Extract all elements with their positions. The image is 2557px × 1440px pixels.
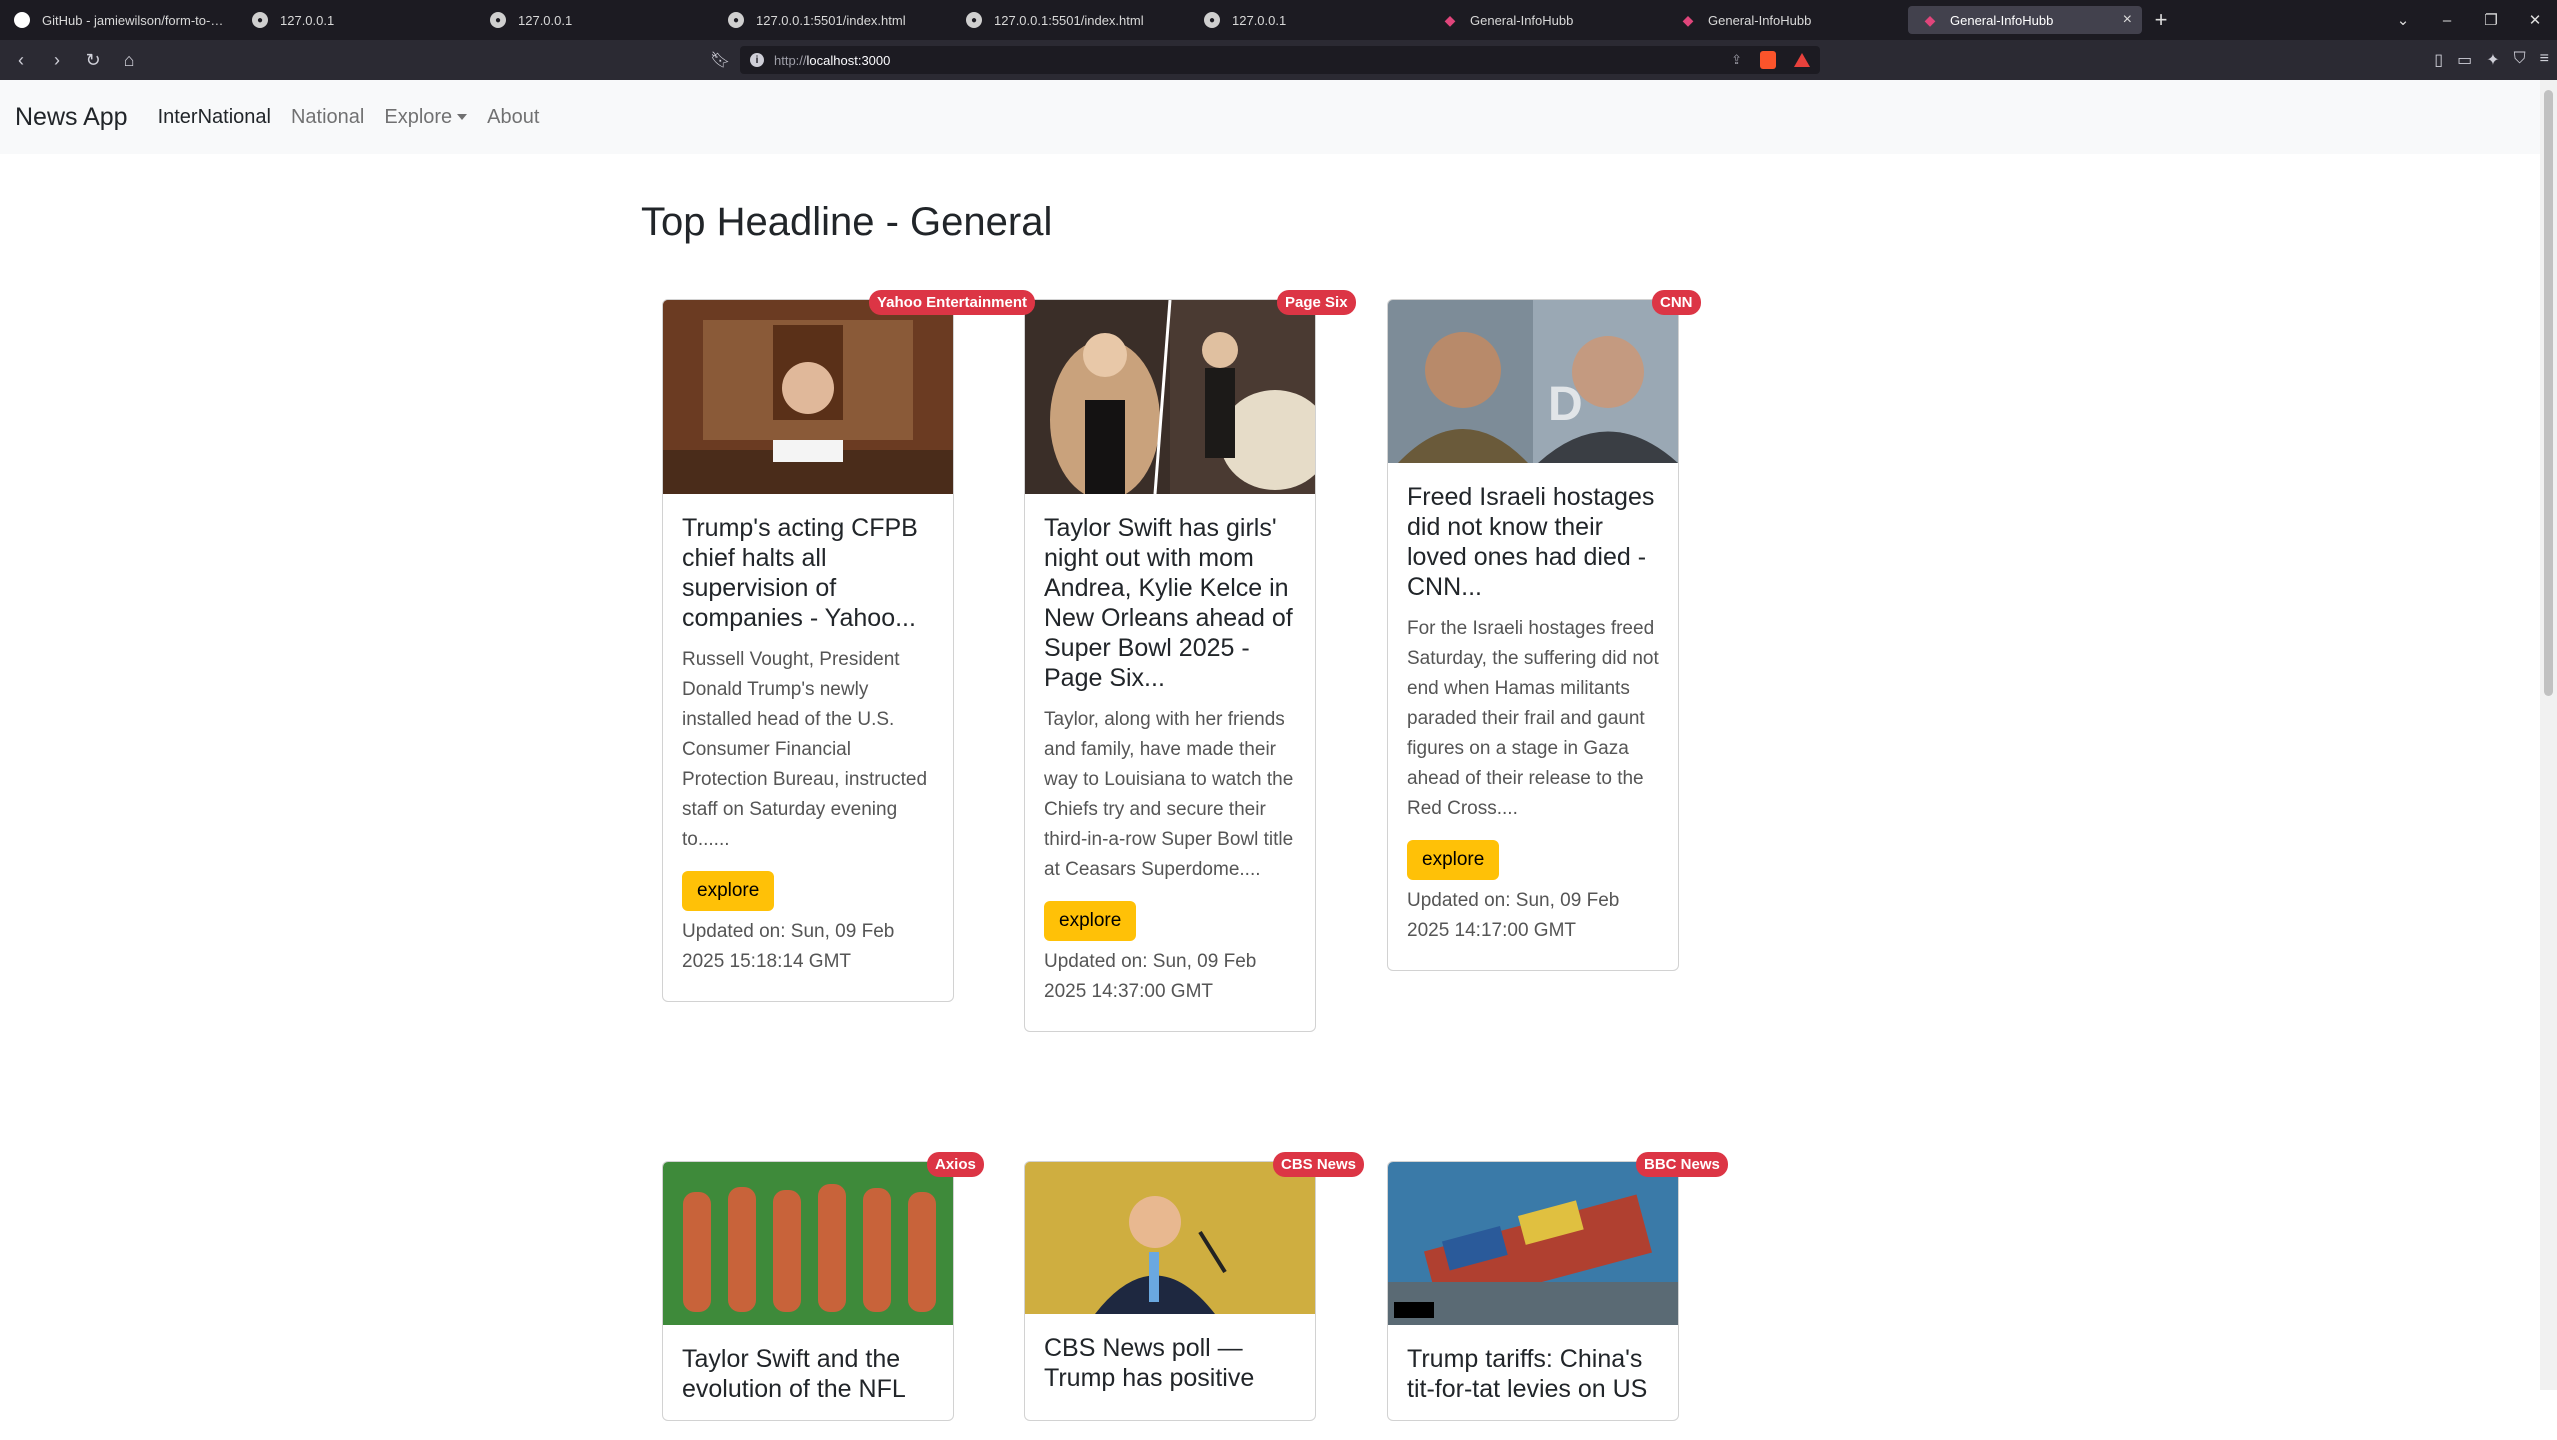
- news-image: [663, 300, 953, 494]
- browser-tab[interactable]: GitHub - jamiewilson/form-to-goo...: [0, 0, 238, 40]
- browser-tab[interactable]: ● 127.0.0.1:5501/index.html: [952, 0, 1190, 40]
- news-card: BBC News Trump tariffs: China's tit-for-…: [1387, 1152, 1728, 1421]
- explore-button[interactable]: explore: [682, 871, 775, 911]
- vpn-icon[interactable]: ⛉: [2514, 50, 2526, 70]
- tab-title: 127.0.0.1: [518, 12, 573, 28]
- globe-icon: ●: [252, 12, 268, 28]
- card-title[interactable]: Trump tariffs: China's tit-for-tat levie…: [1407, 1344, 1659, 1404]
- nav-link-about[interactable]: About: [487, 106, 539, 129]
- tab-title: General-InfoHubb: [1950, 12, 2054, 28]
- wallet-icon[interactable]: ▭: [2457, 50, 2472, 70]
- news-card: CNN D Freed Israeli hostages did not kno…: [1387, 290, 1701, 971]
- browser-tab-active[interactable]: ◆ General-InfoHubb ×: [1908, 6, 2142, 34]
- tab-title: 127.0.0.1: [280, 12, 335, 28]
- pink-icon: ◆: [1924, 11, 1936, 28]
- explore-button[interactable]: explore: [1407, 840, 1500, 880]
- reload-icon[interactable]: ↻: [78, 50, 108, 71]
- nav-link-international[interactable]: InterNational: [158, 106, 271, 129]
- bookmark-icon[interactable]: 🔖︎: [710, 50, 730, 70]
- tab-title: 127.0.0.1: [1232, 12, 1287, 28]
- forward-icon[interactable]: ›: [42, 50, 72, 71]
- news-card: Page Six Taylor Swift has girls' night o…: [1024, 290, 1356, 1032]
- share-icon[interactable]: ⇪: [1731, 52, 1742, 68]
- scrollbar-thumb[interactable]: [2544, 90, 2553, 696]
- svg-text:D: D: [1548, 378, 1583, 431]
- back-icon[interactable]: ‹: [6, 50, 36, 71]
- github-icon: [14, 12, 30, 28]
- source-badge: Yahoo Entertainment: [869, 290, 1036, 315]
- page-scrollbar[interactable]: [2540, 80, 2557, 1390]
- brand-link[interactable]: News App: [15, 103, 128, 132]
- browser-toolbar: ‹ › ↻ ⌂ 🔖︎ i http://localhost:3000 ⇪ ▯ ▭…: [0, 40, 2557, 80]
- tab-title: General-InfoHubb: [1470, 12, 1574, 28]
- news-image: [1388, 1162, 1678, 1325]
- source-badge: Axios: [927, 1152, 984, 1177]
- card-description: For the Israeli hostages freed Saturday,…: [1407, 618, 1659, 819]
- news-card: Yahoo Entertainment Trump's acting CFPB …: [662, 290, 1036, 1002]
- leo-icon[interactable]: ✦: [2486, 50, 2499, 70]
- card-title[interactable]: Trump's acting CFPB chief halts all supe…: [682, 513, 934, 633]
- brave-rewards-icon[interactable]: [1794, 53, 1810, 67]
- app-navbar: News App InterNational National Explore …: [0, 80, 2540, 154]
- source-badge: Page Six: [1277, 290, 1356, 315]
- updated-timestamp: Updated on: Sun, 09 Feb 2025 14:17:00 GM…: [1407, 890, 1620, 941]
- tab-title: GitHub - jamiewilson/form-to-goo...: [42, 12, 224, 28]
- updated-timestamp: Updated on: Sun, 09 Feb 2025 14:37:00 GM…: [1044, 951, 1257, 1002]
- caret-down-icon: [457, 114, 468, 121]
- globe-icon: ●: [728, 12, 744, 28]
- window-controls: ⌄ – ❐ ✕: [2381, 0, 2557, 40]
- source-badge: BBC News: [1636, 1152, 1728, 1177]
- news-image: [663, 1162, 953, 1325]
- source-badge: CBS News: [1273, 1152, 1365, 1177]
- news-image: [1025, 1162, 1315, 1314]
- new-tab-button[interactable]: +: [2146, 7, 2176, 33]
- brave-shields-icon[interactable]: [1760, 51, 1776, 69]
- url-text: http://localhost:3000: [774, 52, 891, 68]
- address-bar[interactable]: i http://localhost:3000 ⇪: [740, 46, 1820, 74]
- browser-tab[interactable]: ◆ General-InfoHubb: [1428, 0, 1666, 40]
- home-icon[interactable]: ⌂: [114, 50, 144, 71]
- source-badge: CNN: [1652, 290, 1701, 315]
- browser-tab[interactable]: ● 127.0.0.1: [1190, 0, 1428, 40]
- news-image: D: [1388, 300, 1678, 463]
- browser-tab[interactable]: ● 127.0.0.1: [238, 0, 476, 40]
- updated-timestamp: Updated on: Sun, 09 Feb 2025 15:18:14 GM…: [682, 921, 895, 972]
- minimize-icon[interactable]: –: [2425, 12, 2469, 29]
- news-image: [1025, 300, 1315, 494]
- tab-list-icon[interactable]: ⌄: [2381, 11, 2425, 29]
- nav-link-explore[interactable]: Explore: [384, 106, 468, 129]
- globe-icon: ●: [490, 12, 506, 28]
- globe-icon: ●: [1204, 12, 1220, 28]
- pink-icon: ◆: [1444, 11, 1456, 28]
- card-description: Russell Vought, President Donald Trump's…: [682, 649, 928, 850]
- menu-icon[interactable]: ≡: [2540, 50, 2549, 70]
- browser-tab[interactable]: ◆ General-InfoHubb: [1666, 0, 1904, 40]
- close-window-icon[interactable]: ✕: [2513, 11, 2557, 29]
- globe-icon: ●: [966, 12, 982, 28]
- tab-title: 127.0.0.1:5501/index.html: [756, 12, 906, 28]
- page-title: Top Headline - General: [641, 200, 1053, 244]
- nav-link-national[interactable]: National: [291, 106, 364, 129]
- card-title[interactable]: CBS News poll — Trump has positive: [1044, 1333, 1296, 1393]
- browser-tab[interactable]: ● 127.0.0.1:5501/index.html: [714, 0, 952, 40]
- card-title[interactable]: Taylor Swift has girls' night out with m…: [1044, 513, 1296, 693]
- tab-title: 127.0.0.1:5501/index.html: [994, 12, 1144, 28]
- close-tab-icon[interactable]: ×: [2123, 11, 2132, 29]
- news-card: Axios Taylor Swift and the evolution of …: [662, 1152, 984, 1421]
- card-title[interactable]: Taylor Swift and the evolution of the NF…: [682, 1344, 934, 1404]
- news-card: CBS News CBS News poll — Trump has posit…: [1024, 1152, 1365, 1421]
- restore-icon[interactable]: ❐: [2469, 11, 2513, 29]
- card-title[interactable]: Freed Israeli hostages did not know thei…: [1407, 482, 1659, 602]
- browser-tab-bar: GitHub - jamiewilson/form-to-goo... ● 12…: [0, 0, 2557, 40]
- pink-icon: ◆: [1682, 11, 1694, 28]
- site-info-icon[interactable]: i: [750, 53, 764, 67]
- card-description: Taylor, along with her friends and famil…: [1044, 709, 1294, 880]
- explore-button[interactable]: explore: [1044, 901, 1137, 941]
- sidebar-icon[interactable]: ▯: [2434, 50, 2443, 70]
- browser-tab[interactable]: ● 127.0.0.1: [476, 0, 714, 40]
- tab-title: General-InfoHubb: [1708, 12, 1812, 28]
